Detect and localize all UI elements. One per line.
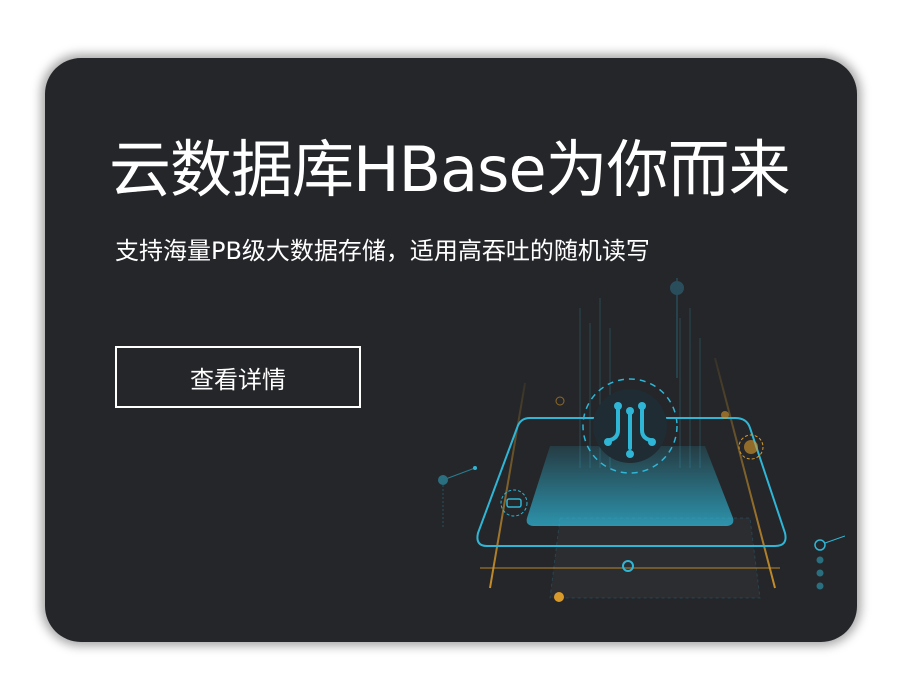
left-connector [438,466,477,528]
database-platform-illustration [438,278,845,602]
bottom-ring [622,560,634,572]
top-pointer-dot [670,281,684,295]
small-node [555,396,565,406]
small-node [721,411,729,419]
banner-subtitle: 支持海量PB级大数据存储，适用高吞吐的随机读写 [115,237,650,265]
right-connector-graph [814,535,845,590]
page: 云数据库HBase为你而来 支持海量PB级大数据存储，适用高吞吐的随机读写 查看… [0,0,900,700]
bottom-orange-node [554,592,564,602]
lower-panel [549,517,761,599]
banner-title: 云数据库HBase为你而来 [109,133,791,206]
database-circuit-icon [582,378,678,474]
view-details-button[interactable]: 查看详情 [115,346,361,408]
hbase-promo-banner: 云数据库HBase为你而来 支持海量PB级大数据存储，适用高吞吐的随机读写 查看… [45,58,857,642]
